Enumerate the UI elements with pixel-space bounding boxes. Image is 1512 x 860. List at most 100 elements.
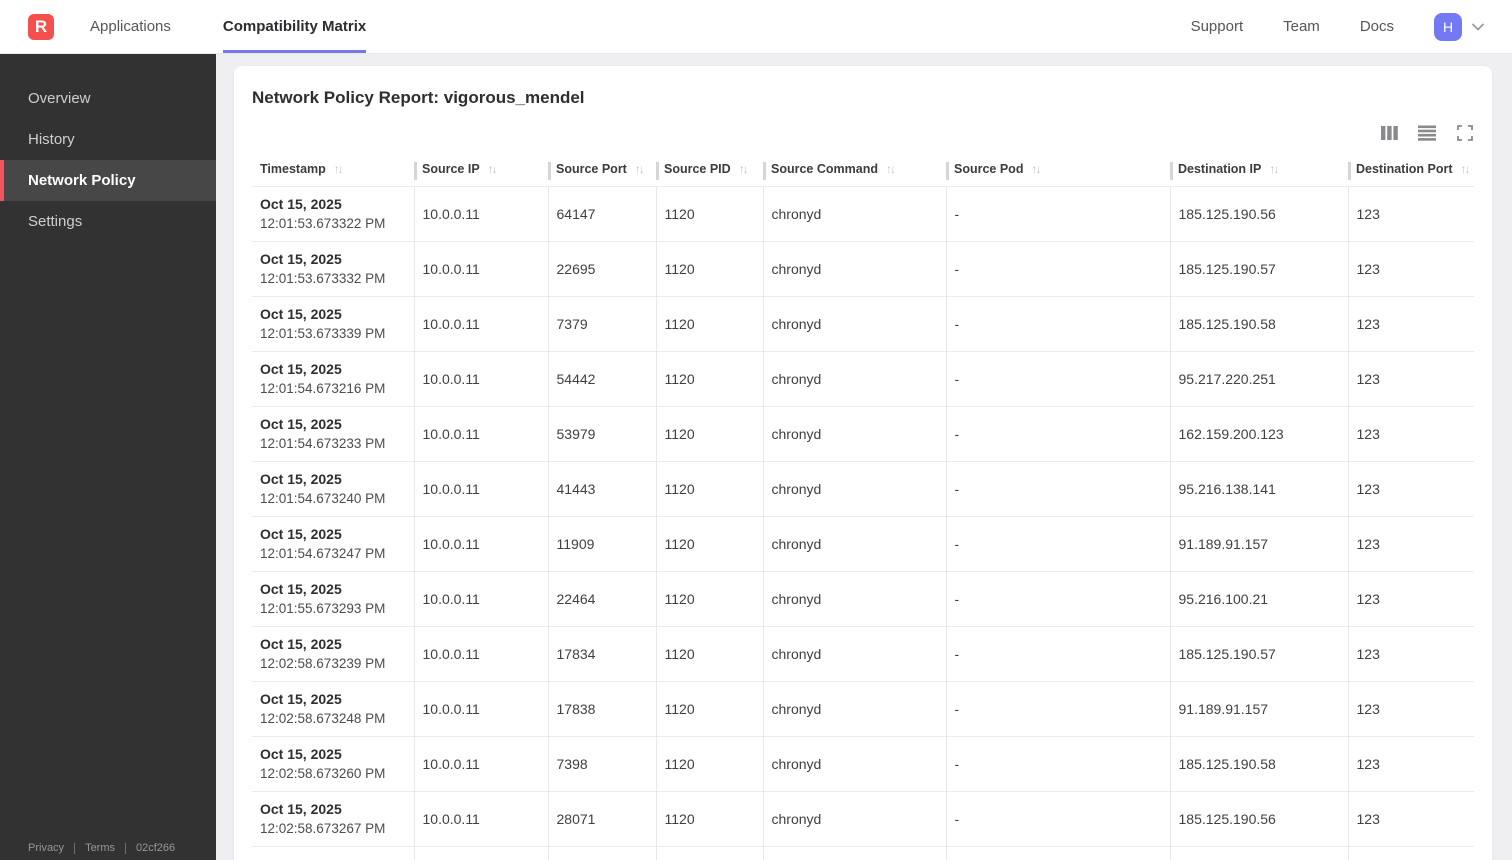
source-pid-cell: 1120 (655, 680, 763, 736)
build-id: 02cf266 (136, 842, 176, 854)
sort-icon[interactable]: ↑↓ (739, 162, 749, 176)
destination-port-cell: 123 (1347, 295, 1474, 351)
source-pid-cell: 1120 (655, 295, 763, 351)
timestamp-cell: Oct 15, 2025 (252, 845, 414, 860)
destination-ip-cell: 95.216.100.21 (1169, 570, 1348, 626)
table-row: Oct 15, 2025 12:02:58.673239 PM 10.0.0.1… (252, 625, 1474, 681)
sidebar-item-network-policy[interactable]: Network Policy (0, 160, 216, 201)
source-port-cell: 64147 (547, 185, 656, 241)
sidebar: Overview History Network Policy Settings… (0, 54, 216, 860)
footer-divider (74, 842, 76, 854)
top-nav: Applications Compatibility Matrix (90, 0, 418, 53)
destination-port-cell: 123 (1347, 680, 1474, 736)
sort-icon[interactable]: ↑↓ (334, 162, 344, 176)
table-row: Oct 15, 2025 12:02:58.673267 PM 10.0.0.1… (252, 790, 1474, 846)
top-bar: R Applications Compatibility Matrix Supp… (0, 0, 1512, 54)
column-header-label: Timestamp (260, 161, 326, 176)
sidebar-item-settings[interactable]: Settings (0, 201, 216, 242)
source-pod-cell: - (945, 570, 1170, 626)
timestamp-cell: Oct 15, 2025 12:02:58.673267 PM (252, 790, 414, 846)
table-body: Oct 15, 2025 12:01:53.673322 PM 10.0.0.1… (252, 185, 1474, 860)
timestamp-date: Oct 15, 2025 (260, 306, 342, 322)
chevron-down-icon[interactable] (1470, 19, 1486, 35)
source-ip-cell (413, 845, 548, 860)
destination-ip-cell: 185.125.190.56 (1169, 790, 1348, 846)
destination-port-cell: 123 (1347, 735, 1474, 791)
table-row: Oct 15, 2025 12:02:58.673260 PM 10.0.0.1… (252, 735, 1474, 791)
sort-icon[interactable]: ↑↓ (635, 162, 645, 176)
tab-applications[interactable]: Applications (90, 0, 171, 53)
timestamp-time: 12:02:58.673260 PM (260, 766, 386, 781)
timestamp-cell: Oct 15, 2025 12:02:58.673260 PM (252, 735, 414, 791)
avatar[interactable]: H (1434, 12, 1462, 41)
docs-link[interactable]: Docs (1360, 18, 1394, 35)
source-port-cell (547, 845, 656, 860)
destination-ip-cell: 91.189.91.157 (1169, 515, 1348, 571)
source-command-cell (762, 845, 946, 860)
table-row: Oct 15, 2025 12:01:53.673332 PM 10.0.0.1… (252, 240, 1474, 296)
table-header-row: Timestamp ↑↓ Source IP ↑↓ Source Port ↑↓ So… (252, 158, 1474, 186)
timestamp-date: Oct 15, 2025 (260, 251, 342, 267)
source-command-cell: chronyd (762, 460, 946, 516)
table-row: Oct 15, 2025 12:01:55.673293 PM 10.0.0.1… (252, 570, 1474, 626)
source-pid-cell: 1120 (655, 570, 763, 626)
source-command-cell: chronyd (762, 515, 946, 571)
sort-icon[interactable]: ↑↓ (488, 162, 498, 176)
sort-icon[interactable]: ↑↓ (1031, 162, 1041, 176)
support-link[interactable]: Support (1191, 18, 1244, 35)
columns-view-icon[interactable] (1380, 124, 1398, 142)
source-pid-cell: 1120 (655, 515, 763, 571)
timestamp-time: 12:02:58.673248 PM (260, 711, 386, 726)
source-port-cell: 28071 (547, 790, 656, 846)
source-ip-cell: 10.0.0.11 (413, 185, 548, 241)
tab-compatibility-matrix[interactable]: Compatibility Matrix (222, 0, 367, 53)
table-row: Oct 15, 2025 12:01:54.673233 PM 10.0.0.1… (252, 405, 1474, 461)
source-pod-cell (945, 845, 1170, 860)
team-link[interactable]: Team (1283, 18, 1320, 35)
source-command-cell: chronyd (762, 570, 946, 626)
timestamp-date: Oct 15, 2025 (260, 581, 342, 597)
timestamp-cell: Oct 15, 2025 12:02:58.673239 PM (252, 625, 414, 681)
timestamp-cell: Oct 15, 2025 12:02:58.673248 PM (252, 680, 414, 736)
terms-link[interactable]: Terms (85, 842, 115, 854)
timestamp-date: Oct 15, 2025 (260, 471, 342, 487)
source-port-cell: 53979 (547, 405, 656, 461)
user-menu[interactable]: H (1434, 12, 1486, 41)
column-header-label: Source Port (556, 161, 627, 176)
column-header-label: Source PID (664, 161, 731, 176)
timestamp-time: 12:02:58.673267 PM (260, 821, 386, 836)
timestamp-time: 12:01:53.673322 PM (260, 216, 386, 231)
sort-icon[interactable]: ↑↓ (1269, 162, 1279, 176)
source-pod-cell: - (945, 790, 1170, 846)
app-logo[interactable]: R (28, 13, 54, 40)
source-pod-cell: - (945, 515, 1170, 571)
source-pod-cell: - (945, 185, 1170, 241)
destination-port-cell: 123 (1347, 515, 1474, 571)
column-header: Timestamp ↑↓ (252, 158, 414, 186)
sort-icon[interactable]: ↑↓ (886, 162, 896, 176)
table-row: Oct 15, 2025 12:01:54.673247 PM 10.0.0.1… (252, 515, 1474, 571)
report-card: Network Policy Report: vigorous_mendel T… (234, 66, 1492, 860)
column-header-label: Source Command (771, 161, 878, 176)
source-command-cell: chronyd (762, 790, 946, 846)
column-header: Destination Port ↑↓ (1348, 158, 1474, 186)
destination-port-cell: 123 (1347, 405, 1474, 461)
sidebar-item-history[interactable]: History (0, 119, 216, 160)
sidebar-item-overview[interactable]: Overview (0, 78, 216, 119)
timestamp-date: Oct 15, 2025 (260, 361, 342, 377)
rows-view-icon[interactable] (1418, 124, 1436, 142)
destination-port-cell (1347, 845, 1474, 860)
column-header: Destination IP ↑↓ (1170, 158, 1348, 186)
destination-port-cell: 123 (1347, 185, 1474, 241)
source-pid-cell: 1120 (655, 735, 763, 791)
column-header-label: Source Pod (954, 161, 1024, 176)
source-command-cell: chronyd (762, 240, 946, 296)
source-pid-cell: 1120 (655, 625, 763, 681)
view-toolbar (252, 124, 1474, 142)
source-pod-cell: - (945, 680, 1170, 736)
timestamp-time: 12:01:54.673233 PM (260, 436, 386, 451)
timestamp-date: Oct 15, 2025 (260, 416, 342, 432)
privacy-link[interactable]: Privacy (28, 842, 64, 854)
fullscreen-icon[interactable] (1456, 124, 1474, 142)
sort-icon[interactable]: ↑↓ (1461, 162, 1471, 176)
